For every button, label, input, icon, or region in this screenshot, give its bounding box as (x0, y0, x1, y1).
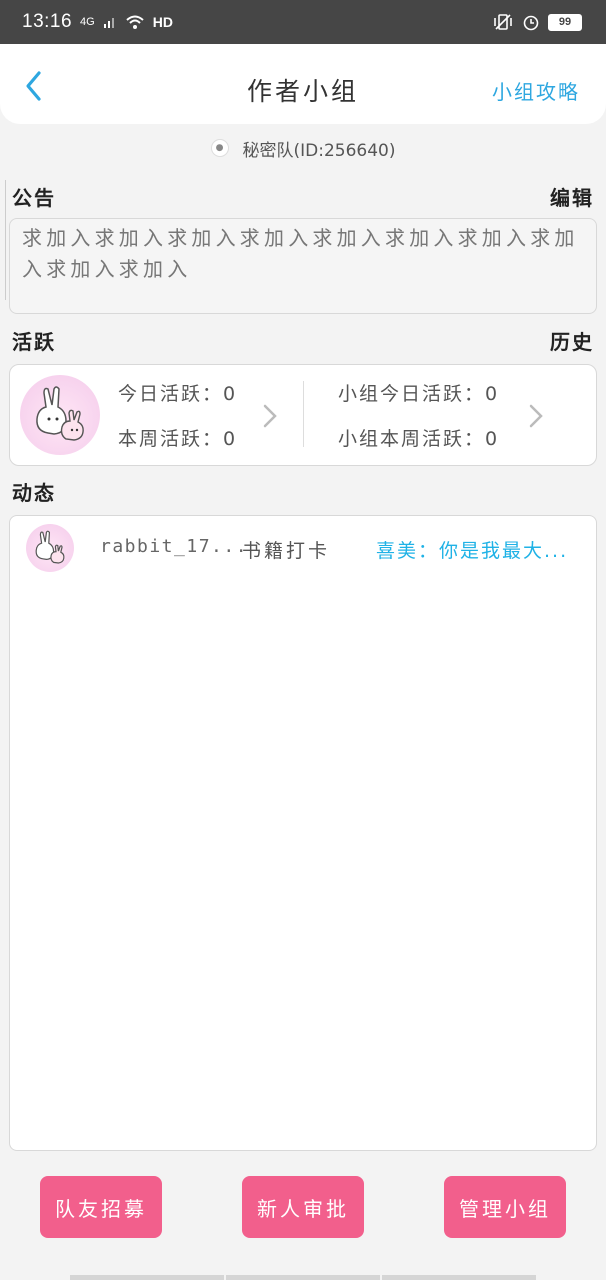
nav-segment (226, 1275, 380, 1280)
activity-card: 今日活跃：0 本周活跃：0 小组今日活跃：0 小组本周活跃：0 (9, 364, 597, 466)
avatar (20, 375, 100, 455)
week-activity: 本周活跃：0 (118, 428, 238, 450)
team-recruit-button[interactable]: 队友招募 (40, 1176, 162, 1238)
network-label: 4G (80, 16, 95, 28)
notice-label: 公告 (12, 186, 56, 210)
edit-button[interactable]: 编辑 (550, 182, 594, 211)
rabbit-avatar-icon (35, 530, 65, 564)
list-item[interactable]: rabbit_17... 书籍打卡 喜美：你是我最大... (10, 516, 596, 582)
status-bar: 13:16 4G HD 99 (0, 0, 606, 44)
group-guide-link[interactable]: 小组攻略 (492, 76, 580, 105)
notice-content: 求加入求加入求加入求加入求加入求加入求加入求加入求加入求加入 (9, 218, 597, 314)
gesture-nav-bar (70, 1275, 536, 1280)
feed-type: 书籍打卡 (242, 540, 331, 562)
avatar (26, 524, 74, 572)
feed-username: rabbit_17... (100, 536, 249, 557)
team-name: 秘密队(ID:256640) (242, 140, 396, 161)
new-member-approval-button[interactable]: 新人审批 (242, 1176, 364, 1238)
activity-label: 活跃 (12, 330, 56, 354)
feed-message[interactable]: 喜美：你是我最大... (376, 536, 568, 563)
alarm-icon (523, 15, 539, 31)
app-header: 作者小组 小组攻略 (0, 44, 606, 124)
today-activity: 今日活跃：0 (118, 383, 238, 405)
group-today-activity: 小组今日活跃：0 (338, 383, 500, 405)
nav-segment (70, 1275, 224, 1280)
group-week-activity: 小组本周活跃：0 (338, 428, 500, 450)
status-time: 13:16 (22, 11, 73, 32)
chevron-right-icon[interactable] (262, 403, 278, 429)
nav-segment (382, 1275, 536, 1280)
history-button[interactable]: 历史 (550, 326, 594, 355)
chevron-right-icon[interactable] (528, 403, 544, 429)
team-icon: ● (210, 139, 229, 157)
vibrate-icon (494, 14, 512, 30)
feed-label: 动态 (12, 481, 56, 505)
wifi-icon (126, 15, 144, 29)
feed-card: rabbit_17... 书籍打卡 喜美：你是我最大... (9, 515, 597, 1151)
battery-icon: 99 (548, 13, 582, 31)
status-left: 13:16 4G HD (22, 11, 173, 33)
activity-divider (303, 381, 304, 447)
side-edge (0, 180, 6, 300)
team-info: ● 秘密队(ID:256640) (0, 134, 606, 162)
status-right: 99 (492, 13, 582, 31)
manage-group-button[interactable]: 管理小组 (444, 1176, 566, 1238)
signal-icon (103, 18, 114, 28)
hd-label: HD (152, 14, 173, 30)
rabbit-avatar-icon (36, 386, 84, 441)
